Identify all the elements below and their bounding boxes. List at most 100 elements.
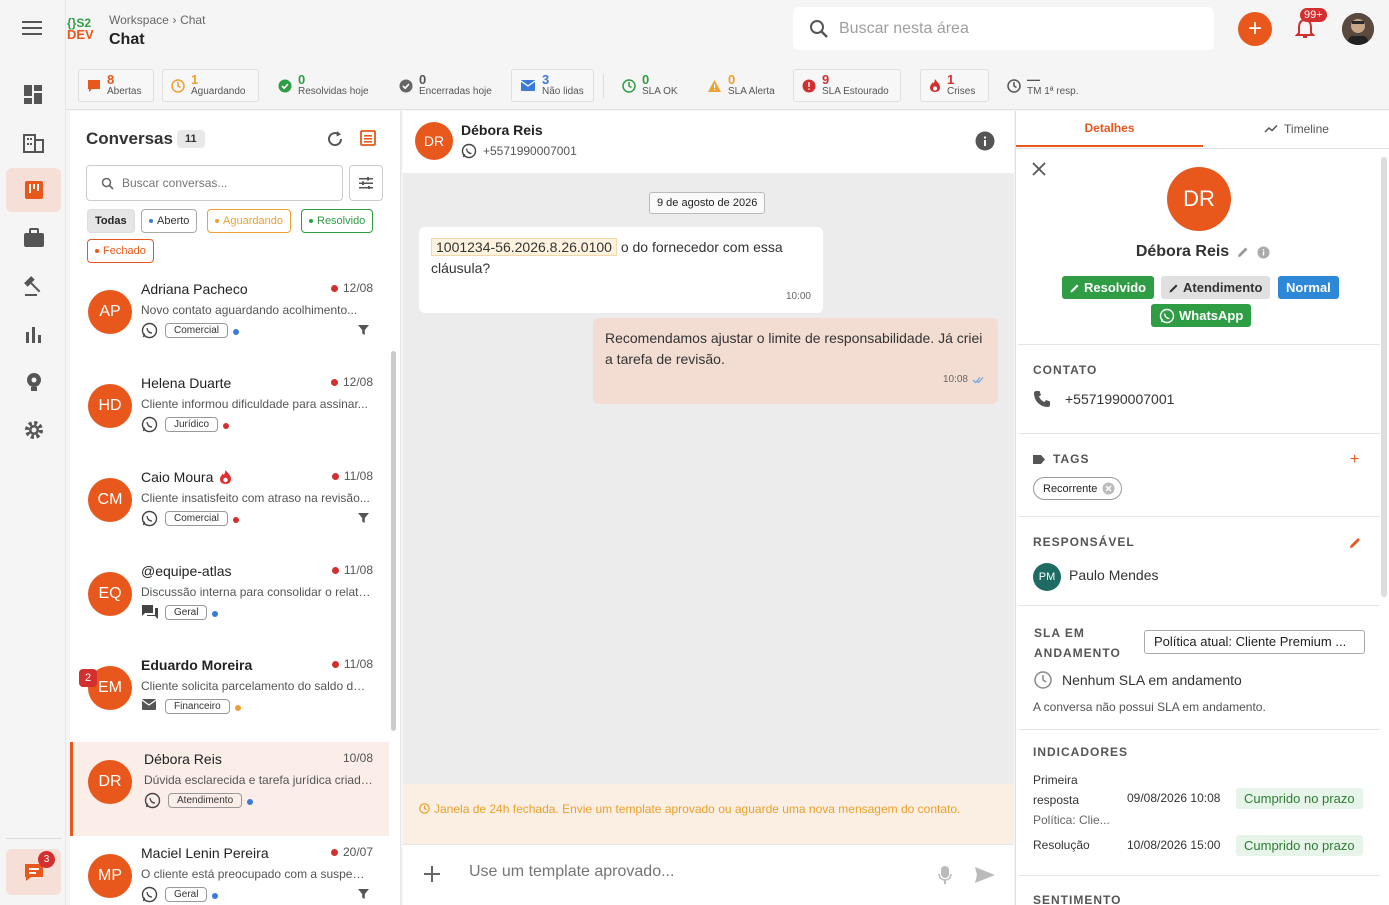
refresh-icon[interactable]	[326, 130, 344, 148]
settings-nav[interactable]	[6, 408, 61, 452]
insights-nav[interactable]	[6, 360, 61, 404]
list-view-icon[interactable]	[360, 130, 376, 146]
scrollbar[interactable]	[390, 271, 397, 905]
stat-sla-alerta[interactable]: 0 SLA Alerta	[699, 69, 783, 102]
conversation-date-text: 11/08	[343, 563, 373, 577]
stat-sla-estourado[interactable]: 9 SLA Estourado	[793, 69, 901, 102]
filter-icon[interactable]	[358, 325, 369, 335]
add-attachment-button[interactable]	[424, 866, 440, 882]
brand-logo[interactable]: {}S2 DEV	[67, 17, 94, 41]
message-input[interactable]	[469, 863, 909, 881]
filter-aberto[interactable]: Aberto	[141, 209, 198, 233]
message-incoming[interactable]: 1001234-56.2026.8.26.0100 o do fornecedo…	[419, 227, 823, 313]
companies-nav[interactable]	[6, 121, 61, 165]
chat-nav[interactable]: 3	[6, 849, 61, 895]
stat-nao-lidas[interactable]: 3 Não lidas	[511, 69, 594, 102]
conversation-avatar: MP	[88, 854, 132, 898]
filter-settings-button[interactable]	[349, 165, 383, 201]
conversation-avatar: EQ	[88, 572, 132, 616]
filter-todas[interactable]: Todas	[87, 209, 135, 233]
filter-icon[interactable]	[358, 513, 369, 523]
process-number[interactable]: 1001234-56.2026.8.26.0100	[431, 238, 617, 256]
conversation-item[interactable]: HD Helena Duarte 12/08 Cliente informou dif…	[70, 366, 389, 460]
conversation-name-text: Eduardo Moreira	[141, 657, 253, 673]
conversation-item[interactable]: DR Débora Reis 10/08 Dúvida esclarecida e t…	[70, 742, 389, 836]
filter-resolvido[interactable]: Resolvido	[301, 209, 374, 233]
clock-check-icon	[622, 78, 636, 93]
conversation-preview: Cliente insatisfeito com atraso na revis…	[141, 491, 370, 505]
conversation-search[interactable]	[86, 165, 343, 201]
menu-icon[interactable]	[22, 19, 44, 37]
tag-chip[interactable]: Recorrente	[1033, 477, 1123, 500]
filter-icon[interactable]	[358, 889, 369, 899]
status-dot	[223, 423, 229, 429]
warning-icon	[707, 79, 722, 93]
stat-sla-ok[interactable]: 0 SLA OK	[614, 69, 686, 102]
stat-resolvidas[interactable]: 0 Resolvidas hoje	[270, 69, 377, 102]
gavel-icon	[23, 275, 45, 297]
edit-responsible-icon[interactable]	[1349, 536, 1362, 549]
contact-avatar[interactable]: DR	[415, 122, 453, 160]
conversation-item[interactable]: EM 2 Eduardo Moreira 11/08 Cliente solicita …	[70, 648, 389, 742]
stat-encerradas[interactable]: 0 Encerradas hoje	[391, 69, 500, 102]
conversation-search-input[interactable]	[122, 176, 322, 190]
close-icon[interactable]	[1032, 162, 1046, 176]
legal-nav[interactable]	[6, 264, 61, 308]
clock-icon	[419, 803, 430, 814]
send-icon[interactable]	[974, 866, 996, 884]
contact-name: Débora Reis	[461, 122, 543, 138]
fire-icon	[929, 78, 941, 93]
dashboard-nav[interactable]	[6, 73, 61, 117]
edit-icon[interactable]	[1237, 246, 1249, 258]
conversation-item[interactable]: CM Caio Moura 11/08 Cliente insatisfeito co…	[70, 460, 389, 554]
ind1-status-badge: Cumprido no prazo	[1236, 788, 1363, 809]
new-conversation-button[interactable]: +	[1238, 12, 1272, 46]
stat-aguardando[interactable]: 1 Aguardando	[162, 69, 259, 102]
conversation-item[interactable]: MP Maciel Lenin Pereira 20/07 O cliente est…	[70, 836, 389, 905]
details-scrollbar[interactable]	[1381, 157, 1387, 597]
priority-badge[interactable]: Normal	[1278, 276, 1339, 299]
ind1-label-line-2: resposta	[1033, 793, 1080, 807]
global-search-input[interactable]	[839, 19, 1199, 38]
stat-abertas[interactable]: 8 Abertas	[78, 69, 154, 102]
status-dot	[212, 611, 218, 617]
status-resolved-badge[interactable]: Resolvido	[1062, 276, 1155, 299]
cases-nav[interactable]	[6, 216, 61, 260]
chat-icon	[87, 79, 101, 93]
status-stage-badge[interactable]: Atendimento	[1161, 276, 1271, 299]
sla-policy-select[interactable]: Política atual: Cliente Premium ...	[1144, 630, 1365, 654]
filter-aguardando[interactable]: Aguardando	[207, 209, 291, 233]
tab-details[interactable]: Detalhes	[1016, 111, 1203, 147]
lightbulb-gear-icon	[24, 371, 44, 393]
conversation-item[interactable]: AP Adriana Pacheco 12/08 Novo contato aguar…	[70, 272, 389, 366]
whatsapp-icon	[461, 143, 477, 159]
user-avatar[interactable]	[1342, 13, 1374, 45]
message-outgoing[interactable]: Recomendamos ajustar o limite de respons…	[593, 318, 998, 404]
tune-icon	[359, 177, 373, 189]
global-search[interactable]	[793, 7, 1214, 50]
message-outgoing-time: 10:08	[942, 374, 968, 385]
stat-tm-resp[interactable]: — TM 1ª resp.	[999, 69, 1087, 102]
logo-line-2: DEV	[67, 27, 94, 42]
ind2-date: 10/08/2026 15:00	[1127, 838, 1221, 852]
conversation-preview: Cliente informou dificuldade para assina…	[141, 397, 368, 411]
sla-description: A conversa não possui SLA em andamento.	[1033, 700, 1266, 714]
sla-dot	[331, 566, 339, 574]
conversation-tag: Comercial	[165, 511, 229, 526]
conversation-tag: Financeiro	[165, 699, 230, 714]
breadcrumb-root[interactable]: Workspace	[109, 13, 169, 27]
info-icon[interactable]	[975, 131, 995, 151]
conversation-item[interactable]: EQ @equipe-atlas 11/08 Discussão interna pa…	[70, 554, 389, 648]
reports-nav[interactable]	[6, 312, 61, 356]
remove-tag-icon[interactable]	[1102, 482, 1115, 495]
board-nav[interactable]	[6, 168, 61, 212]
conversation-date-text: 10/08	[342, 751, 373, 765]
stat-crises[interactable]: 1 Crises	[920, 69, 989, 102]
filter-fechado[interactable]: Fechado	[87, 239, 154, 263]
info-icon[interactable]	[1257, 246, 1270, 259]
tab-timeline[interactable]: Timeline	[1203, 111, 1389, 147]
stat-sla-estourado-label: SLA Estourado	[822, 85, 889, 97]
add-tag-button[interactable]: +	[1350, 451, 1359, 469]
microphone-icon[interactable]	[938, 865, 952, 885]
contact-phone-row[interactable]: +5571990007001	[1033, 390, 1174, 408]
